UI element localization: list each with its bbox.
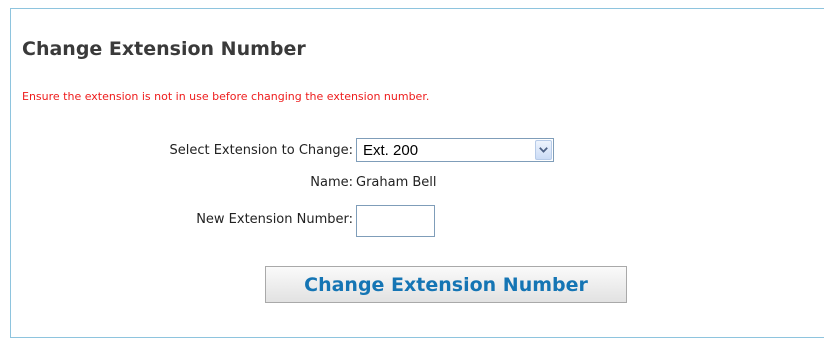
chevron-down-icon[interactable] — [535, 140, 552, 160]
select-extension-label: Select Extension to Change: — [169, 143, 353, 158]
extension-select[interactable]: Ext. 200 — [356, 138, 554, 162]
new-extension-input[interactable] — [356, 205, 435, 237]
extension-select-value: Ext. 200 — [363, 141, 419, 159]
warning-message: Ensure the extension is not in use befor… — [22, 90, 430, 103]
page-title: Change Extension Number — [22, 38, 306, 60]
change-extension-button[interactable]: Change Extension Number — [265, 266, 627, 303]
name-label: Name: — [310, 175, 353, 190]
name-value: Graham Bell — [356, 175, 437, 190]
new-extension-label: New Extension Number: — [196, 212, 353, 227]
chevron-down-glyph — [539, 147, 548, 153]
